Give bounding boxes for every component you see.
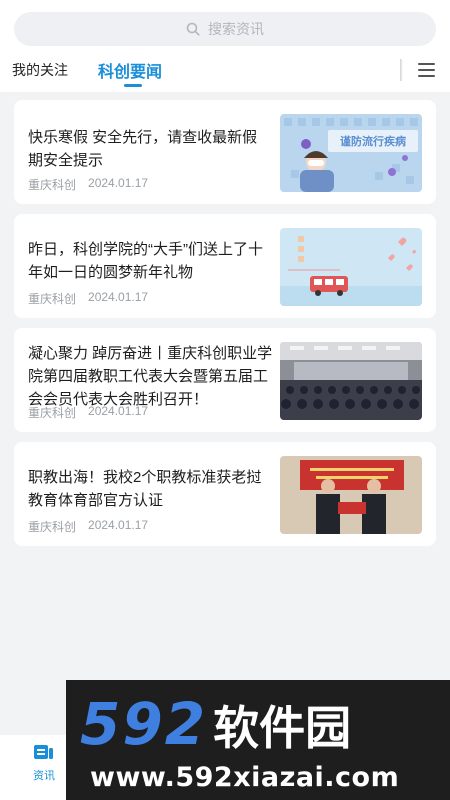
news-meta: 重庆科创 2024.01.17 xyxy=(28,290,148,307)
news-meta: 重庆科创 2024.01.17 xyxy=(28,518,148,535)
news-card[interactable]: 快乐寒假 安全先行，请查收最新假期安全提示 重庆科创 2024.01.17 谨防… xyxy=(14,100,436,204)
news-source: 重庆科创 xyxy=(28,178,77,192)
tab-bar: 我的关注 科创要闻 xyxy=(0,48,450,92)
news-card[interactable]: 凝心聚力 踔厉奋进丨重庆科创职业学院第四届教职工代表大会暨第五届工会会员代表大会… xyxy=(14,328,436,432)
watermark-overlay: 592 软件园 www.592xiazai.com xyxy=(66,680,450,800)
news-source: 重庆科创 xyxy=(28,406,77,420)
news-title: 昨日，科创学院的“大手”们送上了十年如一日的圆梦新年礼物 xyxy=(28,241,263,281)
nav-label-news: 资讯 xyxy=(33,770,55,782)
watermark-url: www.592xiazai.com xyxy=(90,762,400,793)
thumb-caption: 谨防流行疾病 xyxy=(340,134,406,148)
news-icon xyxy=(34,745,53,759)
search-icon xyxy=(186,22,200,36)
news-date: 2024.01.17 xyxy=(88,404,149,418)
tab-kechuang-news[interactable]: 科创要闻 xyxy=(98,58,162,82)
news-title: 凝心聚力 踔厉奋进丨重庆科创职业学院第四届教职工代表大会暨第五届工会会员代表大会… xyxy=(28,345,273,408)
news-date: 2024.01.17 xyxy=(88,290,149,304)
watermark-brand: 592 软件园 xyxy=(80,690,352,758)
nav-item-news[interactable]: 资讯 xyxy=(20,743,68,793)
news-source: 重庆科创 xyxy=(28,292,77,306)
news-thumbnail: 谨防流行疾病 xyxy=(280,114,422,192)
news-meta: 重庆科创 2024.01.17 xyxy=(28,176,148,193)
search-header: 搜索资讯 xyxy=(0,0,450,48)
news-thumbnail xyxy=(280,456,422,534)
search-placeholder: 搜索资讯 xyxy=(208,21,264,37)
news-date: 2024.01.17 xyxy=(88,518,149,532)
news-title: 快乐寒假 安全先行，请查收最新假期安全提示 xyxy=(28,129,258,169)
news-card[interactable]: 昨日，科创学院的“大手”们送上了十年如一日的圆梦新年礼物 重庆科创 2024.0… xyxy=(14,214,436,318)
active-tab-indicator xyxy=(124,84,142,87)
news-date: 2024.01.17 xyxy=(88,176,149,190)
news-card[interactable]: 职教出海！我校2个职教标准获老挝教育体育部官方认证 重庆科创 2024.01.1… xyxy=(14,442,436,546)
news-thumbnail xyxy=(280,342,422,420)
tab-my-follow[interactable]: 我的关注 xyxy=(12,60,68,80)
news-source: 重庆科创 xyxy=(28,520,77,534)
search-input[interactable]: 搜索资讯 xyxy=(14,12,436,46)
menu-icon[interactable] xyxy=(418,63,435,77)
news-title: 职教出海！我校2个职教标准获老挝教育体育部官方认证 xyxy=(28,469,262,509)
news-meta: 重庆科创 2024.01.17 xyxy=(28,404,148,421)
tab-divider xyxy=(400,59,403,81)
news-thumbnail xyxy=(280,228,422,306)
